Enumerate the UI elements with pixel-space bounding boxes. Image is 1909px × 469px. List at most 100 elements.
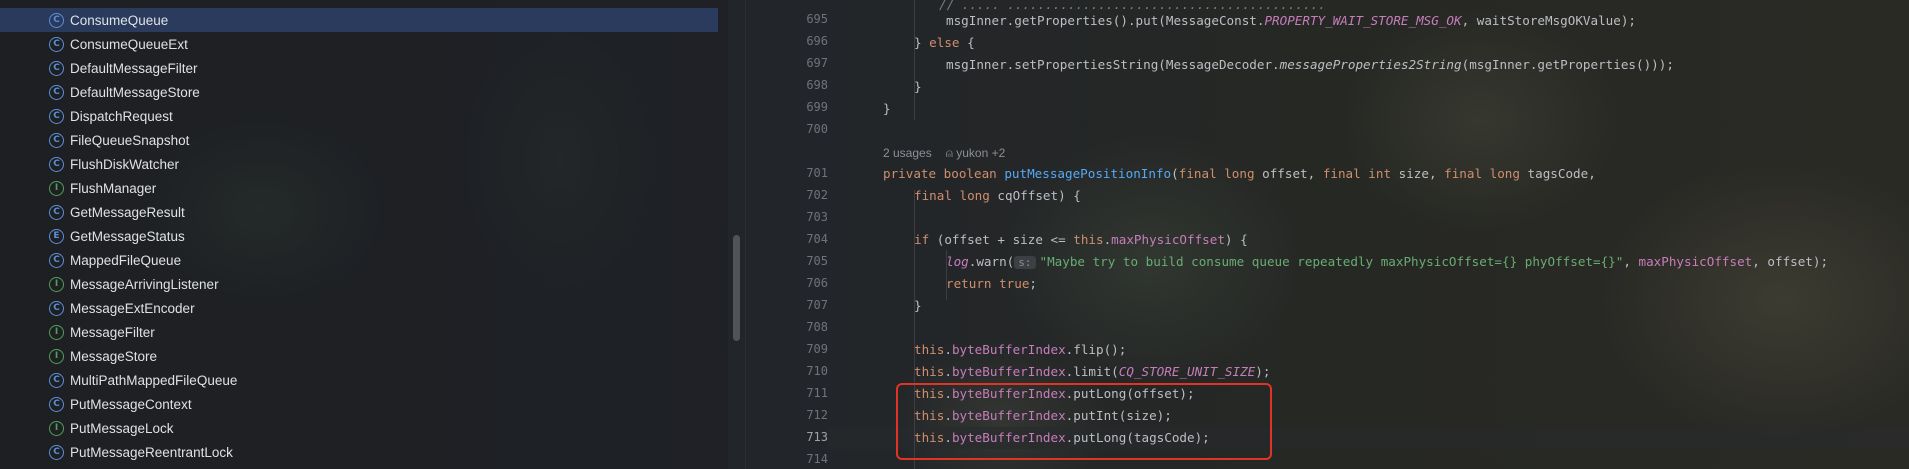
- line-number[interactable]: 712: [758, 408, 828, 422]
- tree-item[interactable]: I MessageFilter: [0, 320, 718, 344]
- class-icon: C: [49, 252, 64, 268]
- code-line-695: msgInner.getProperties().put(MessageCons…: [946, 13, 1636, 28]
- line-number[interactable]: 699: [758, 100, 828, 114]
- tree-item-label: FlushManager: [70, 180, 157, 196]
- tree-item-label: PutMessageContext: [70, 396, 192, 412]
- annotation-highlight-box: [896, 383, 1272, 460]
- tree-item[interactable]: C PutMessageContext: [0, 392, 718, 416]
- tree-item-label: FlushDiskWatcher: [70, 156, 180, 172]
- code-line-698: }: [914, 79, 922, 94]
- tree-item-label: DefaultMessageFilter: [70, 60, 198, 76]
- indent-guide: [914, 0, 915, 120]
- code-line-701: private boolean putMessagePositionInfo(f…: [883, 166, 1596, 181]
- project-tree[interactable]: C ConsumeQueue C ConsumeQueueExt C DefaultMes…: [0, 0, 728, 469]
- class-icon: C: [49, 372, 64, 388]
- tree-item[interactable]: I MessageArrivingListener: [0, 272, 718, 296]
- class-icon: C: [49, 300, 64, 316]
- tree-item-label: GetMessageStatus: [70, 228, 185, 244]
- class-icon: C: [49, 132, 64, 148]
- tree-item[interactable]: C FlushDiskWatcher: [0, 152, 718, 176]
- code-line-707: }: [914, 298, 922, 313]
- line-number-gutter: 695 696 697 698 699 700 701 702 703 704 705 706 707 7…: [746, 0, 828, 469]
- tree-item[interactable]: I FlushManager: [0, 176, 718, 200]
- tree-item[interactable]: I PutMessageLock: [0, 416, 718, 440]
- code-line-710: this.byteBufferIndex.limit(CQ_STORE_UNIT…: [914, 364, 1271, 379]
- interface-icon: I: [49, 348, 64, 364]
- line-number[interactable]: 702: [758, 188, 828, 202]
- tree-item-label: MultiPathMappedFileQueue: [70, 372, 238, 388]
- tree-item-label: PutMessageReentrantLock: [70, 444, 233, 460]
- class-icon: C: [49, 84, 64, 100]
- tree-item-label: DefaultMessageStore: [70, 84, 200, 100]
- code-line-697: msgInner.setPropertiesString(MessageDeco…: [946, 57, 1674, 72]
- line-number[interactable]: 714: [758, 452, 828, 466]
- author-hint[interactable]: ⍝ yukon +2: [946, 146, 1006, 161]
- line-number[interactable]: 706: [758, 276, 828, 290]
- tree-item[interactable]: C ConsumeQueueExt: [0, 32, 718, 56]
- tree-item-label: MessageFilter: [70, 324, 155, 340]
- tree-item-label: MessageExtEncoder: [70, 300, 195, 316]
- line-number[interactable]: 708: [758, 320, 828, 334]
- code-line-704: if (offset + size <= this.maxPhysicOffse…: [914, 232, 1248, 247]
- tree-item[interactable]: C GetMessageResult: [0, 200, 718, 224]
- tree-item[interactable]: C ConsumeQueue: [0, 8, 718, 32]
- line-number[interactable]: 710: [758, 364, 828, 378]
- tree-item-label: ConsumeQueue: [70, 12, 169, 28]
- tree-item[interactable]: C PutMessageReentrantLock: [0, 440, 718, 464]
- tree-item-label: MessageStore: [70, 348, 158, 364]
- class-icon: C: [49, 204, 64, 220]
- interface-icon: I: [49, 324, 64, 340]
- tree-item[interactable]: C FileQueueSnapshot: [0, 128, 718, 152]
- class-icon: C: [49, 60, 64, 76]
- line-number[interactable]: 709: [758, 342, 828, 356]
- line-number[interactable]: 704: [758, 232, 828, 246]
- class-icon: C: [49, 108, 64, 124]
- code-vision-hints[interactable]: 2 usages ⍝ yukon +2: [883, 144, 1005, 162]
- code-editor[interactable]: 695 696 697 698 699 700 701 702 703 704 705 706 707 7…: [746, 0, 1909, 469]
- code-line-696: } else {: [914, 35, 975, 50]
- line-number[interactable]: 698: [758, 78, 828, 92]
- line-number[interactable]: 711: [758, 386, 828, 400]
- line-number[interactable]: 713: [758, 430, 828, 444]
- line-number[interactable]: 703: [758, 210, 828, 224]
- code-line-709: this.byteBufferIndex.flip();: [914, 342, 1127, 357]
- line-number[interactable]: 696: [758, 34, 828, 48]
- line-number[interactable]: 705: [758, 254, 828, 268]
- enum-icon: E: [49, 228, 64, 244]
- code-line-702: final long cqOffset) {: [914, 188, 1081, 203]
- tree-item[interactable]: C MultiPathMappedFileQueue: [0, 368, 718, 392]
- tree-item-label: DispatchRequest: [70, 108, 173, 124]
- tree-item[interactable]: C DispatchRequest: [0, 104, 718, 128]
- code-line-706: return true;: [946, 276, 1037, 291]
- line-number[interactable]: 695: [758, 12, 828, 26]
- class-icon: C: [49, 12, 64, 28]
- class-icon: C: [49, 444, 64, 460]
- tree-item-label: GetMessageResult: [70, 204, 185, 220]
- parameter-hint: s:: [1014, 256, 1036, 269]
- tree-item-label: PutMessageLock: [70, 420, 174, 436]
- class-icon: C: [49, 156, 64, 172]
- tree-item[interactable]: C MappedFileQueue: [0, 248, 718, 272]
- tree-item-label: MappedFileQueue: [70, 252, 182, 268]
- class-icon: C: [49, 36, 64, 52]
- interface-icon: I: [49, 276, 64, 292]
- tree-item[interactable]: E GetMessageStatus: [0, 224, 718, 248]
- tree-item[interactable]: C MessageExtEncoder: [0, 296, 718, 320]
- usages-hint[interactable]: 2 usages: [883, 146, 932, 160]
- tree-item[interactable]: I MessageStore: [0, 344, 718, 368]
- class-icon: C: [49, 396, 64, 412]
- line-number[interactable]: 700: [758, 122, 828, 136]
- interface-icon: I: [49, 420, 64, 436]
- code-line-699: }: [883, 101, 891, 116]
- line-number[interactable]: 707: [758, 298, 828, 312]
- tree-item-label: FileQueueSnapshot: [70, 132, 190, 148]
- tree-item[interactable]: C DefaultMessageFilter: [0, 56, 718, 80]
- line-number[interactable]: 701: [758, 166, 828, 180]
- code-line-705: log.warn(s: "Maybe try to build consume q…: [946, 254, 1829, 269]
- interface-icon: I: [49, 180, 64, 196]
- tree-item[interactable]: C DefaultMessageStore: [0, 80, 718, 104]
- tree-item-label: ConsumeQueueExt: [70, 36, 188, 52]
- tree-item-label: MessageArrivingListener: [70, 276, 219, 292]
- tree-scrollbar[interactable]: [733, 235, 740, 341]
- line-number[interactable]: 697: [758, 56, 828, 70]
